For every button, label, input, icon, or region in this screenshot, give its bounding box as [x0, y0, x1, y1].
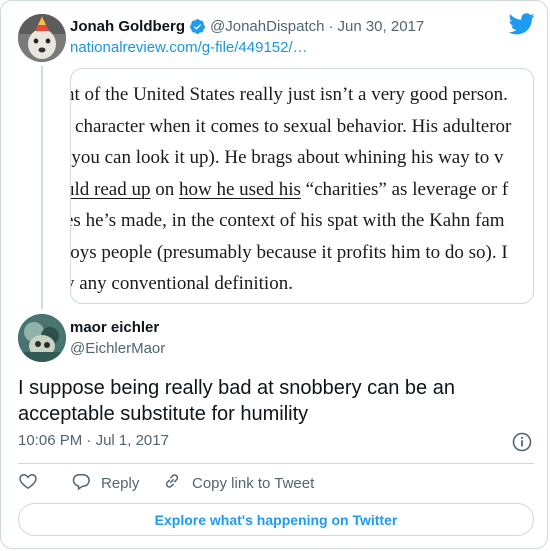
tweet-actions: Reply Copy link to Tweet — [18, 472, 314, 494]
dot-separator: · — [328, 17, 334, 35]
quote-line: loys people (presumably because it profi… — [70, 241, 508, 263]
parent-author-name[interactable]: Jonah Goldberg — [70, 18, 185, 35]
quote-line: (you can look it up). He brags about whi… — [70, 147, 504, 168]
copy-link-button[interactable]: Copy link to Tweet — [162, 471, 314, 495]
quote-text-segment: on — [150, 178, 179, 200]
parent-author-handle[interactable]: @JonahDispatch — [210, 18, 324, 35]
reply-avatar[interactable] — [18, 314, 66, 362]
verified-badge-icon — [189, 18, 206, 35]
quote-line: uld read up on how he used his “charitie… — [70, 174, 533, 206]
copy-link-label: Copy link to Tweet — [192, 474, 315, 492]
reply-date: Jul 1, 2017 — [95, 432, 169, 449]
quote-line: l character when it comes to sexual beha… — [70, 115, 512, 137]
parent-header: Jonah Goldberg @JonahDispatch · Jun 30, … — [70, 15, 424, 37]
quoted-text-image[interactable]: nt of the United States really just isn’… — [70, 68, 534, 304]
reply-author-name[interactable]: maor eichler — [70, 319, 159, 336]
parent-date[interactable]: Jun 30, 2017 — [337, 18, 424, 35]
thread-connector — [41, 66, 43, 309]
dot-separator: · — [86, 432, 92, 449]
parent-avatar[interactable] — [18, 14, 66, 62]
like-button[interactable] — [18, 471, 71, 495]
link-icon — [162, 471, 182, 495]
quote-text-segment: “charities” as leverage or f — [300, 178, 509, 200]
info-icon[interactable] — [512, 432, 532, 452]
reply-button[interactable]: Reply — [71, 471, 162, 495]
article-link[interactable]: nationalreview.com/g-file/449152/… — [70, 39, 308, 56]
reply-bubble-icon — [71, 471, 91, 495]
quoted-text-block: nt of the United States really just isn’… — [70, 79, 533, 300]
quote-line: nt of the United States really just isn’… — [70, 84, 508, 105]
heart-icon — [18, 471, 38, 495]
reply-time: 10:06 PM — [18, 432, 83, 449]
quote-line: es he’s made, in the context of his spat… — [70, 210, 505, 231]
quote-line: y any conventional definition. — [70, 273, 293, 294]
divider — [18, 463, 534, 464]
reply-tweet-text: I suppose being really bad at snobbery c… — [18, 377, 455, 425]
explore-button[interactable]: Explore what's happening on Twitter — [18, 503, 534, 536]
reply-timestamp[interactable]: 10:06 PM · Jul 1, 2017 — [18, 432, 169, 449]
reply-label: Reply — [101, 474, 140, 492]
quote-underlined-text: uld read up — [70, 178, 151, 200]
twitter-bird-icon[interactable] — [508, 13, 535, 35]
reply-author-handle[interactable]: @EichlerMaor — [70, 340, 165, 357]
embedded-tweet-card: Jonah Goldberg @JonahDispatch · Jun 30, … — [0, 0, 548, 549]
quote-underlined-text: how he used his — [178, 178, 301, 200]
